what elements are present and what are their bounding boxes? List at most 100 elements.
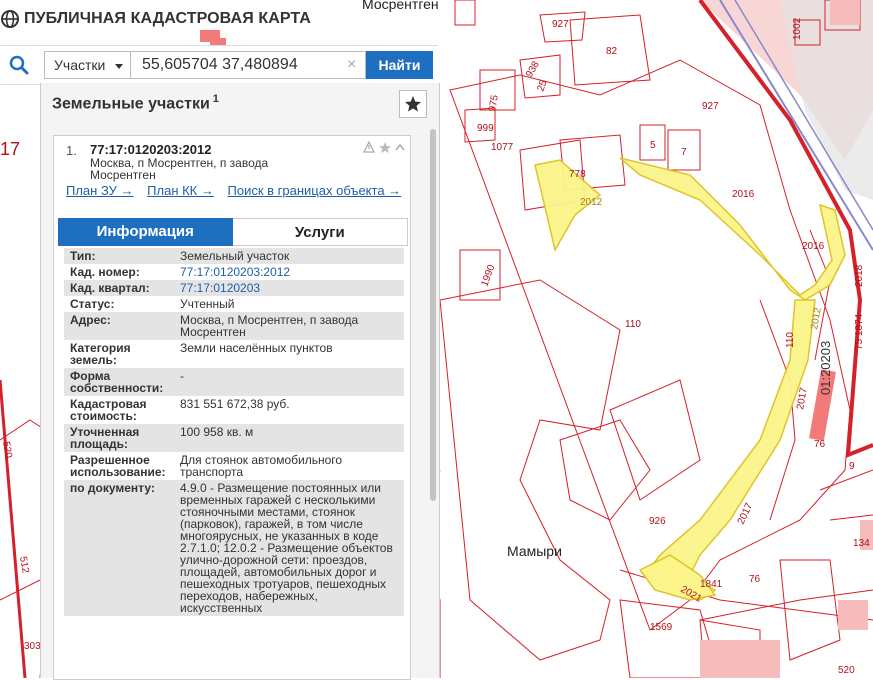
- district-boundary: [0, 379, 27, 678]
- cad-number-link[interactable]: 77:17:0120203:2012: [180, 266, 404, 278]
- property-value: -: [180, 369, 184, 383]
- property-row: по документу: 4.9.0 - Размещение постоянн…: [64, 480, 404, 616]
- property-value: Москва, п Мосрентген, п завода Мосрентге…: [180, 313, 359, 339]
- property-key: Уточненная площадь:: [70, 425, 140, 451]
- property-key: Форма собственности:: [70, 369, 164, 395]
- result-address: Москва, п Мосрентген, п завода Мосрентге…: [90, 156, 269, 182]
- parcel-label: 926: [649, 516, 666, 527]
- property-key: Адрес:: [70, 313, 111, 327]
- property-table: Тип: Земельный участок Кад. номер: 77:17:0…: [64, 248, 404, 616]
- parcel-label: 520: [0, 441, 14, 460]
- cad-quarter-link[interactable]: 77:17:0120203: [180, 282, 404, 294]
- property-row: Кад. номер: 77:17:0120203:2012: [64, 264, 404, 280]
- property-value: Учтенный: [180, 297, 235, 311]
- warning-icon[interactable]: [363, 140, 375, 153]
- parcel-label: 1569: [650, 622, 673, 633]
- property-row: Кад. квартал: 77:17:0120203: [64, 280, 404, 296]
- scrollbar-thumb[interactable]: [430, 129, 436, 501]
- property-row: Статус: Учтенный: [64, 296, 404, 312]
- globe-logo-icon: [1, 10, 19, 28]
- property-value: 831 551 672,38 руб.: [180, 397, 290, 411]
- parcel-label: 1990: [479, 263, 497, 288]
- property-key: Категория земель:: [70, 341, 131, 367]
- property-row: Форма собственности: -: [64, 368, 404, 396]
- property-row: Категория земель: Земли населённых пункто…: [64, 340, 404, 368]
- app-header: ПУБЛИЧНАЯ КАДАСТРОВАЯ КАРТА: [0, 4, 311, 34]
- property-value: Для стоянок автомобильного транспорта: [180, 453, 343, 479]
- parcel-label: 2018: [854, 264, 865, 287]
- parcel-label: 1077: [491, 142, 514, 153]
- plan-kk-link[interactable]: План КК →: [147, 183, 214, 198]
- parcel-label: 938: [524, 59, 542, 79]
- app-title: ПУБЛИЧНАЯ КАДАСТРОВАЯ КАРТА: [24, 10, 311, 27]
- chevron-down-icon: [115, 64, 123, 69]
- result-index: 1.: [66, 143, 77, 158]
- parcel-label: 76: [814, 439, 826, 450]
- parcel-label: 5: [650, 140, 656, 151]
- panel-title-text: Земельные участки: [52, 95, 210, 113]
- parcel-label: 927: [552, 19, 569, 30]
- property-row: Уточненная площадь: 100 958 кв. м: [64, 424, 404, 452]
- result-links: План ЗУ → План КК → Поиск в границах объ…: [58, 184, 406, 198]
- parcel-label: 134: [853, 538, 870, 549]
- property-row: Разрешенное использование: Для стоянок ав…: [64, 452, 404, 480]
- property-value: 4.9.0 - Размещение постоянных или времен…: [180, 481, 393, 615]
- search-icon[interactable]: [8, 54, 30, 76]
- parcel-label: 303: [24, 641, 41, 652]
- chevron-up-icon[interactable]: [395, 143, 405, 151]
- parcel-label: 17: [0, 139, 20, 159]
- tab-information[interactable]: Информация: [58, 218, 233, 246]
- parcel-label: 25: [535, 78, 549, 93]
- parcel-label: 2012: [580, 197, 603, 208]
- parcel-label: 512: [17, 556, 31, 575]
- parcel-label: 927: [702, 101, 719, 112]
- property-key: Разрешенное использование:: [70, 453, 166, 479]
- parcel-label: 2016: [802, 241, 825, 252]
- search-input[interactable]: [130, 51, 366, 79]
- parcel-label: 75: [854, 338, 865, 350]
- parcel-label: 1874: [854, 313, 865, 336]
- parcel-label: 1002: [792, 17, 803, 40]
- card-actions: [363, 140, 405, 153]
- result-card: 1. 77:17:0120203:2012 Москва, п Мосрентг…: [53, 135, 411, 680]
- result-tabs: Информация Услуги: [58, 218, 408, 246]
- parcel-label: 778: [569, 169, 586, 180]
- panel-title: Земельные участки 1: [52, 93, 219, 113]
- search-bar: Участки × Найти: [0, 45, 438, 85]
- tab-services[interactable]: Услуги: [232, 218, 408, 246]
- property-key: Кадастровая стоимость:: [70, 397, 147, 423]
- parcel-label: 82: [606, 46, 618, 57]
- property-key: по документу:: [70, 481, 155, 495]
- find-button[interactable]: Найти: [366, 51, 433, 79]
- results-panel: Земельные участки 1 1. 77:17:0120203:2012…: [40, 83, 440, 680]
- parcel-label: 999: [477, 123, 494, 134]
- result-cad-number: 77:17:0120203:2012: [90, 142, 212, 157]
- property-row: Адрес: Москва, п Мосрентген, п завода Мос…: [64, 312, 404, 340]
- property-value: Земельный участок: [180, 249, 290, 263]
- search-type-select[interactable]: Участки: [44, 51, 130, 79]
- star-icon[interactable]: [379, 142, 391, 153]
- favorites-button[interactable]: [399, 90, 427, 118]
- place-label-mosrentgen: Мосрентген: [362, 0, 439, 12]
- property-key: Кад. номер:: [70, 265, 140, 279]
- parcel-label: 1841: [700, 579, 723, 590]
- results-count: 1: [212, 93, 219, 105]
- parcel-label: 01:20203: [818, 341, 833, 395]
- parcel-label: 2016: [732, 189, 755, 200]
- parcel-label: 110: [785, 332, 796, 348]
- property-value: 100 958 кв. м: [180, 425, 254, 439]
- clear-search-icon[interactable]: ×: [347, 56, 356, 74]
- search-type-label: Участки: [54, 57, 106, 73]
- property-value: Земли населённых пунктов: [180, 341, 333, 355]
- parcel-label: 110: [625, 319, 641, 330]
- plan-zu-link[interactable]: План ЗУ →: [66, 183, 134, 198]
- parcel-label: 520: [838, 665, 855, 676]
- star-icon: [405, 96, 421, 112]
- parcel-label: 76: [749, 574, 761, 585]
- property-key: Кад. квартал:: [70, 281, 150, 295]
- search-within-bounds-link[interactable]: Поиск в границах объекта →: [228, 183, 402, 198]
- selected-parcel-highlight: [534, 157, 846, 601]
- property-key: Тип:: [70, 249, 96, 263]
- parcel-label: 9: [849, 461, 855, 472]
- place-label-mamyri: Мамыри: [507, 543, 562, 559]
